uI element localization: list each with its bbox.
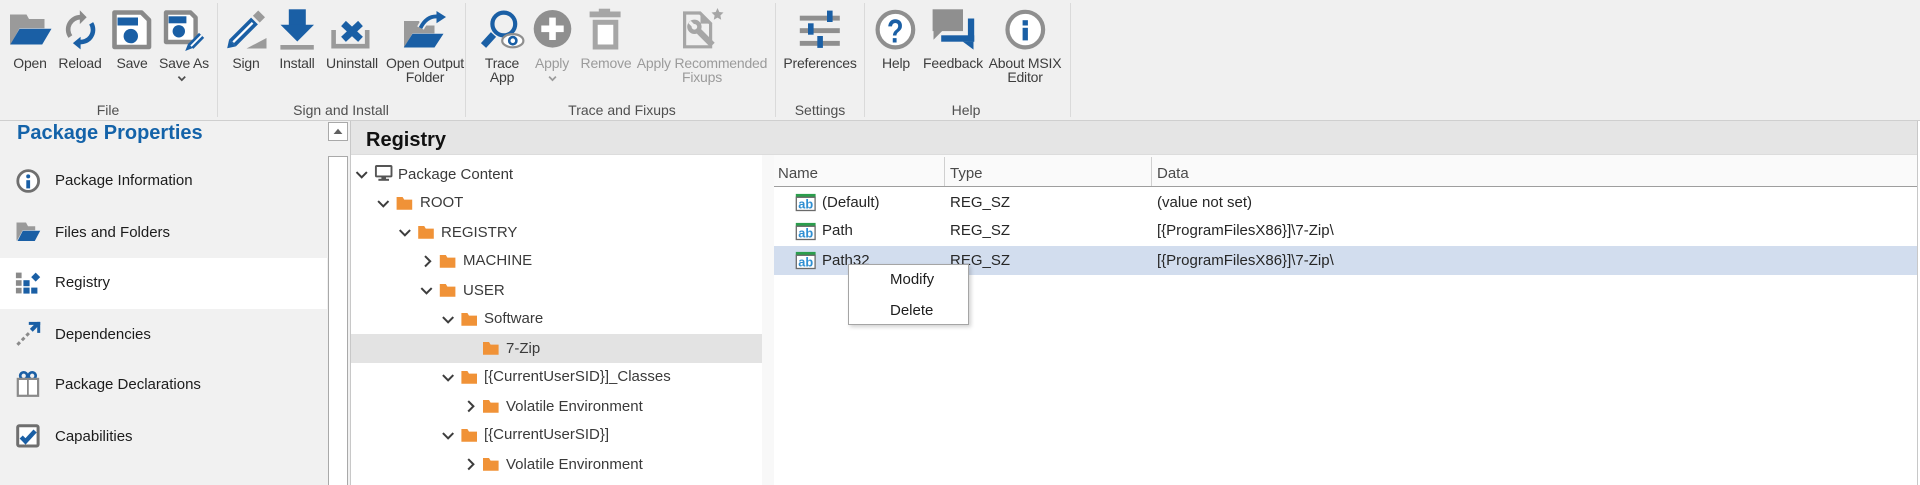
svg-text:ab: ab	[798, 255, 813, 270]
svg-text:ab: ab	[798, 226, 813, 241]
svg-text:ab: ab	[798, 197, 813, 212]
svg-text:?: ?	[887, 12, 904, 49]
